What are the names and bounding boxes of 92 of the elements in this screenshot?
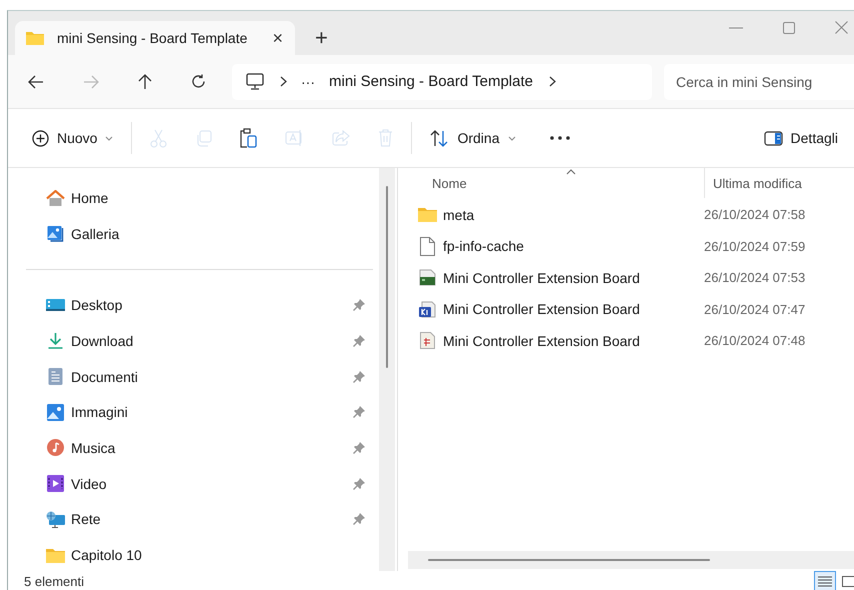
more-icon (550, 136, 570, 140)
scrollbar-thumb[interactable] (386, 186, 388, 368)
item-count: 5 elementi (24, 574, 84, 588)
circuit-board-file-icon (418, 269, 437, 286)
rename-icon (285, 129, 304, 147)
music-icon (46, 439, 65, 456)
sidebar-item[interactable]: Rete (18, 502, 373, 538)
sidebar-label: Download (71, 332, 134, 349)
folder-icon (418, 207, 437, 222)
project-file-icon (418, 300, 437, 318)
modified-date: 26/10/2024 07:47 (704, 302, 806, 317)
file-name: Mini Controller Extension Board (443, 332, 640, 349)
folder-icon (46, 548, 65, 563)
modified-date: 26/10/2024 07:58 (704, 207, 806, 222)
clipboard-icon (240, 128, 258, 148)
sidebar-label: Video (71, 476, 107, 492)
share-icon (332, 130, 350, 146)
file-icon (418, 236, 437, 256)
gallery-icon (46, 225, 65, 242)
file-row[interactable]: Mini Controller Extension Board 26/10/2024 07:53 (408, 262, 854, 294)
breadcrumb-overflow[interactable]: ··· (301, 74, 315, 90)
network-icon (46, 510, 65, 528)
desktop-icon (46, 298, 65, 312)
sidebar-label: Capitolo 10 (71, 547, 142, 564)
details-view-button[interactable] (814, 571, 836, 590)
monitor-icon[interactable] (246, 73, 264, 90)
column-header[interactable]: Nome (408, 176, 704, 190)
list-icon (818, 576, 832, 586)
sidebar-item[interactable]: Musica (18, 430, 373, 466)
picture-icon (46, 404, 65, 421)
sort-icon (430, 130, 450, 146)
details-pane-icon (764, 130, 783, 146)
sidebar-label: Immagini (71, 404, 128, 420)
trash-icon (378, 129, 394, 147)
refresh-icon[interactable] (191, 74, 206, 89)
new-tab-button[interactable]: + (315, 27, 328, 49)
window-tab[interactable]: mini Sensing - Board Template × (15, 21, 295, 55)
sidebar-item[interactable]: Capitolo 10 (18, 537, 373, 573)
chevron-icon[interactable] (549, 76, 556, 87)
sidebar-item[interactable]: Galleria (18, 216, 373, 252)
sidebar-item[interactable]: Download (18, 323, 373, 359)
file-row[interactable]: Mini Controller Extension Board 26/10/2024 07:48 (408, 325, 854, 356)
sidebar-item[interactable]: Home (18, 180, 373, 216)
house-icon (46, 190, 65, 206)
file-name: meta (443, 206, 474, 223)
sidebar-item[interactable]: Documenti (18, 358, 373, 394)
modified-date: 26/10/2024 07:48 (704, 333, 806, 348)
sidebar-label: Rete (71, 511, 101, 528)
minimize-icon[interactable] (729, 26, 743, 28)
plus-icon (32, 130, 49, 146)
sidebar-label: Documenti (71, 368, 138, 385)
maximize-icon[interactable] (783, 22, 795, 34)
video-icon (46, 475, 65, 492)
caret-icon (105, 136, 114, 140)
copy-icon (195, 130, 212, 146)
close-icon[interactable] (835, 21, 848, 34)
document-icon (46, 368, 65, 386)
tab-title: mini Sensing - Board Template (57, 30, 248, 46)
scissors-icon (150, 128, 168, 148)
sort-caret-icon (566, 169, 576, 175)
caret-icon (508, 136, 516, 140)
close-tab-button[interactable]: × (272, 29, 283, 47)
new-button[interactable]: Nuovo (22, 124, 128, 152)
back-icon[interactable] (28, 74, 44, 88)
sidebar-item[interactable]: Immagini (18, 394, 373, 430)
modified-date: 26/10/2024 07:59 (704, 238, 806, 254)
file-row[interactable]: fp-info-cache 26/10/2024 07:59 (408, 230, 854, 262)
sidebar-label: Home (71, 190, 108, 206)
sidebar-label: Desktop (71, 297, 122, 314)
details-button[interactable]: Dettagli (750, 124, 854, 152)
sidebar-label: Galleria (71, 226, 120, 242)
scrollbar-thumb[interactable] (428, 559, 710, 561)
forward-icon[interactable] (83, 74, 99, 88)
file-name: Mini Controller Extension Board (443, 301, 640, 318)
file-row[interactable]: meta 26/10/2024 07:58 (408, 199, 854, 230)
file-row[interactable]: Mini Controller Extension Board 26/10/2024 07:47 (408, 294, 854, 325)
sidebar-label: Musica (71, 440, 116, 456)
modified-date: 26/10/2024 07:53 (704, 270, 806, 286)
sidebar-item[interactable]: Video (18, 466, 373, 502)
file-name: Mini Controller Extension Board (443, 270, 640, 286)
breadcrumb-item[interactable]: mini Sensing - Board Template (329, 73, 533, 90)
sidebar-item[interactable]: Desktop (18, 287, 373, 324)
tiles-icon (842, 576, 854, 586)
search-field[interactable]: Cerca in mini Sensing (664, 64, 854, 100)
schematic-file-icon (418, 332, 437, 350)
chevron-icon[interactable] (280, 76, 287, 87)
column-header[interactable]: Ultima modifica (704, 168, 802, 198)
up-icon[interactable] (138, 74, 152, 90)
folder-icon (25, 30, 45, 46)
download-icon (46, 332, 65, 350)
file-name: fp-info-cache (443, 238, 524, 254)
sort-button[interactable]: Ordina (416, 124, 530, 152)
